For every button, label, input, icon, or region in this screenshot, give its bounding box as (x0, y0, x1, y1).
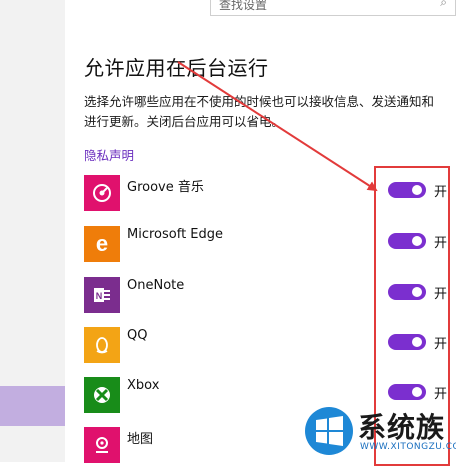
background-toggle[interactable] (388, 284, 426, 300)
maps-icon (84, 427, 120, 463)
app-name: 地图 (127, 432, 154, 447)
app-row-groove: Groove 音乐 开 (84, 175, 456, 211)
page-description: 选择允许哪些应用在不使用的时候也可以接收信息、发送通知和进行更新。关闭后台应用可… (84, 94, 435, 129)
page-title: 允许应用在后台运行 (84, 56, 269, 80)
watermark: 系统族 WWW.XITONGZU.COM (304, 404, 456, 462)
background-toggle[interactable] (388, 182, 426, 198)
app-name: OneNote (127, 278, 185, 293)
watermark-text: 系统族 (358, 411, 446, 444)
xbox-icon (84, 377, 120, 413)
privacy-statement-link[interactable]: 隐私声明 (84, 145, 134, 164)
app-name: Groove 音乐 (127, 180, 204, 195)
background-toggle[interactable] (388, 384, 426, 400)
toggle-state-label: 开 (434, 236, 448, 251)
app-row-onenote: N OneNote 开 (84, 277, 456, 313)
search-icon[interactable]: ⌕ (440, 0, 447, 10)
watermark-url: WWW.XITONGZU.COM (360, 442, 456, 452)
background-toggle[interactable] (388, 233, 426, 249)
app-name: QQ (127, 328, 148, 343)
edge-icon: e (84, 226, 120, 262)
toggle-state-label: 开 (434, 337, 448, 352)
groove-music-icon (84, 175, 120, 211)
app-row-edge: e Microsoft Edge 开 (84, 226, 456, 262)
svg-text:N: N (96, 291, 103, 301)
toggle-state-label: 开 (434, 287, 448, 302)
app-name: Xbox (127, 378, 160, 393)
app-name: Microsoft Edge (127, 227, 224, 242)
app-row-qq: QQ 开 (84, 327, 456, 363)
search-placeholder: 查找设置 (219, 0, 268, 12)
onenote-icon: N (84, 277, 120, 313)
search-input[interactable]: 查找设置 ⌕ (210, 0, 456, 16)
qq-icon (84, 327, 120, 363)
background-toggle[interactable] (388, 334, 426, 350)
settings-sidebar (0, 0, 65, 462)
windows-logo-icon (305, 407, 353, 455)
toggle-state-label: 开 (434, 387, 448, 402)
sidebar-selected-item[interactable] (0, 386, 65, 426)
toggle-state-label: 开 (434, 185, 448, 200)
